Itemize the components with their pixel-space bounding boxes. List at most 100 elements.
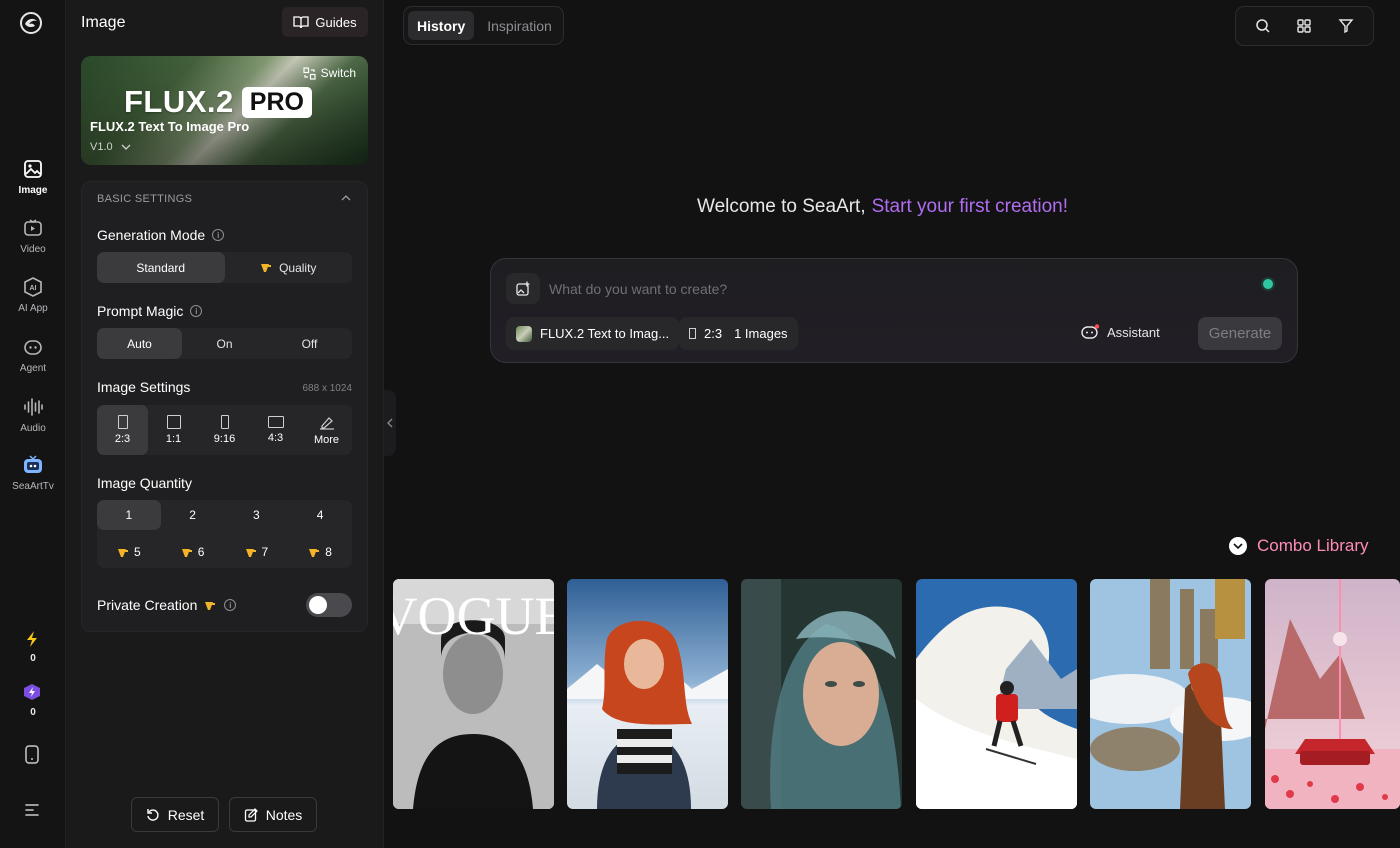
- prompt-magic-text: Prompt Magic: [97, 303, 184, 319]
- mobile-icon[interactable]: [24, 745, 40, 764]
- vip-icon: [205, 601, 216, 610]
- info-icon[interactable]: i: [212, 229, 225, 241]
- search-icon[interactable]: [1255, 18, 1271, 34]
- generation-mode-text: Generation Mode: [97, 227, 206, 243]
- switch-model-button[interactable]: Switch: [303, 66, 356, 80]
- gallery-card[interactable]: VOGUE: [393, 579, 554, 809]
- inspiration-gallery: VOGUE: [393, 579, 1400, 809]
- quantity-option-vip[interactable]: 5: [97, 537, 161, 567]
- model-chip-label: FLUX.2 Text to Imag...: [540, 326, 670, 341]
- image-icon: [24, 160, 42, 178]
- quantity-option-vip[interactable]: 8: [288, 537, 352, 567]
- notes-button[interactable]: Notes: [229, 797, 317, 832]
- nav-rail: Image Video AI AI App Agent Audio SeaArt…: [0, 0, 66, 848]
- gallery-card[interactable]: [916, 579, 1077, 809]
- private-creation-toggle[interactable]: [306, 593, 352, 617]
- info-icon[interactable]: i: [190, 305, 203, 317]
- status-dot: [1263, 279, 1273, 289]
- ratio-more[interactable]: More: [301, 405, 352, 455]
- gallery-image: [1265, 579, 1400, 809]
- collapse-panel-handle[interactable]: [384, 390, 396, 456]
- ratio-label: 9:16: [213, 433, 236, 445]
- assistant-button[interactable]: Assistant: [1081, 324, 1160, 340]
- quantity-option-vip[interactable]: 7: [225, 537, 289, 567]
- ratio-count-chip[interactable]: 2:3 1 Images: [679, 317, 798, 350]
- quantity-value: 8: [325, 545, 332, 559]
- chevron-down-icon: [121, 144, 131, 150]
- grid-icon[interactable]: [1296, 18, 1312, 34]
- rail-item-seaarttv[interactable]: SeaArtTv: [0, 454, 66, 492]
- tab-inspiration[interactable]: Inspiration: [478, 11, 561, 40]
- quantity-option[interactable]: 2: [161, 500, 225, 530]
- gallery-card[interactable]: [1265, 579, 1400, 809]
- vip-icon: [181, 548, 192, 557]
- rail-item-ai-app[interactable]: AI AI App: [0, 276, 66, 314]
- combo-library-label: Combo Library: [1257, 536, 1369, 555]
- prompt-magic-label: Prompt Magic i: [97, 303, 203, 319]
- model-chip[interactable]: FLUX.2 Text to Imag...: [506, 317, 680, 350]
- ratio-shape-icon: [689, 328, 696, 339]
- ratio-1-1[interactable]: 1:1: [148, 405, 199, 455]
- gallery-card[interactable]: [1090, 579, 1251, 809]
- power-bolt-icon[interactable]: [22, 683, 42, 701]
- image-quantity-label: Image Quantity: [97, 475, 192, 491]
- rail-item-audio[interactable]: Audio: [0, 396, 66, 434]
- prompt-magic-off[interactable]: Off: [267, 328, 352, 359]
- menu-icon[interactable]: [24, 802, 40, 816]
- rail-item-video[interactable]: Video: [0, 217, 66, 255]
- ratio-2-3[interactable]: 2:3: [97, 405, 148, 455]
- welcome-highlight: Start your first creation!: [871, 196, 1069, 217]
- model-version-select[interactable]: V1.0: [90, 141, 131, 153]
- ai-app-icon: AI: [24, 277, 42, 297]
- mode-quality[interactable]: Quality: [225, 252, 353, 283]
- seaart-logo-icon[interactable]: [19, 11, 43, 35]
- model-logo-badge: PRO: [241, 86, 312, 118]
- ratio-4-3[interactable]: 4:3: [250, 405, 301, 455]
- lightning-icon[interactable]: [24, 630, 40, 648]
- magazine-title: VOGUE: [393, 586, 554, 646]
- mode-standard[interactable]: Standard: [97, 252, 225, 283]
- gallery-image: [741, 579, 902, 809]
- prompt-magic-on[interactable]: On: [182, 328, 267, 359]
- gallery-image: [1090, 579, 1251, 809]
- quantity-row: 1 2 3 4: [97, 500, 352, 530]
- basic-settings-section: BASIC SETTINGS Generation Mode i Standar…: [81, 181, 368, 632]
- prompt-input[interactable]: What do you want to create?: [549, 281, 727, 297]
- quantity-option[interactable]: 4: [288, 500, 352, 530]
- guides-button[interactable]: Guides: [282, 7, 368, 37]
- info-icon[interactable]: i: [224, 599, 237, 611]
- filter-icon[interactable]: [1338, 18, 1354, 34]
- image-upload-button[interactable]: [506, 273, 540, 304]
- reset-button[interactable]: Reset: [131, 797, 219, 832]
- toolbar: [1235, 6, 1374, 46]
- seaarttv-icon: [24, 455, 42, 473]
- quantity-value: 5: [134, 545, 141, 559]
- model-card[interactable]: Switch FLUX.2 PRO FLUX.2 Text To Image P…: [81, 56, 368, 165]
- image-quantity-selector: 1 2 3 4 5 6 7 8: [97, 500, 352, 568]
- gallery-card[interactable]: [741, 579, 902, 809]
- tab-history[interactable]: History: [408, 11, 475, 40]
- rail-item-image[interactable]: Image: [0, 158, 66, 196]
- gallery-card[interactable]: [567, 579, 728, 809]
- model-version: V1.0: [90, 141, 113, 153]
- quantity-option[interactable]: 3: [225, 500, 289, 530]
- ratio-9-16[interactable]: 9:16: [199, 405, 250, 455]
- welcome-message: Welcome to SeaArt, Start your first creat…: [697, 196, 1068, 218]
- svg-text:AI: AI: [30, 285, 37, 292]
- rail-item-agent[interactable]: Agent: [0, 336, 66, 374]
- chevron-up-icon[interactable]: [341, 195, 351, 201]
- quantity-option[interactable]: 1: [97, 500, 161, 530]
- ratio-shape-icon: [166, 415, 181, 429]
- agent-icon: [24, 340, 42, 355]
- quantity-value: 7: [261, 545, 269, 559]
- video-icon: [24, 219, 42, 236]
- vip-icon: [261, 264, 272, 272]
- settings-panel: Image Guides Switch FLUX.2 PRO FLUX.2 Te…: [66, 0, 384, 848]
- generate-button[interactable]: Generate: [1198, 317, 1282, 350]
- private-creation-label: Private Creation i: [97, 597, 237, 613]
- ratio-shape-icon: [267, 416, 284, 428]
- quantity-option-vip[interactable]: 6: [161, 537, 225, 567]
- combo-library-toggle[interactable]: Combo Library: [1229, 536, 1369, 556]
- prompt-magic-auto[interactable]: Auto: [97, 328, 182, 359]
- notes-icon: [244, 807, 258, 822]
